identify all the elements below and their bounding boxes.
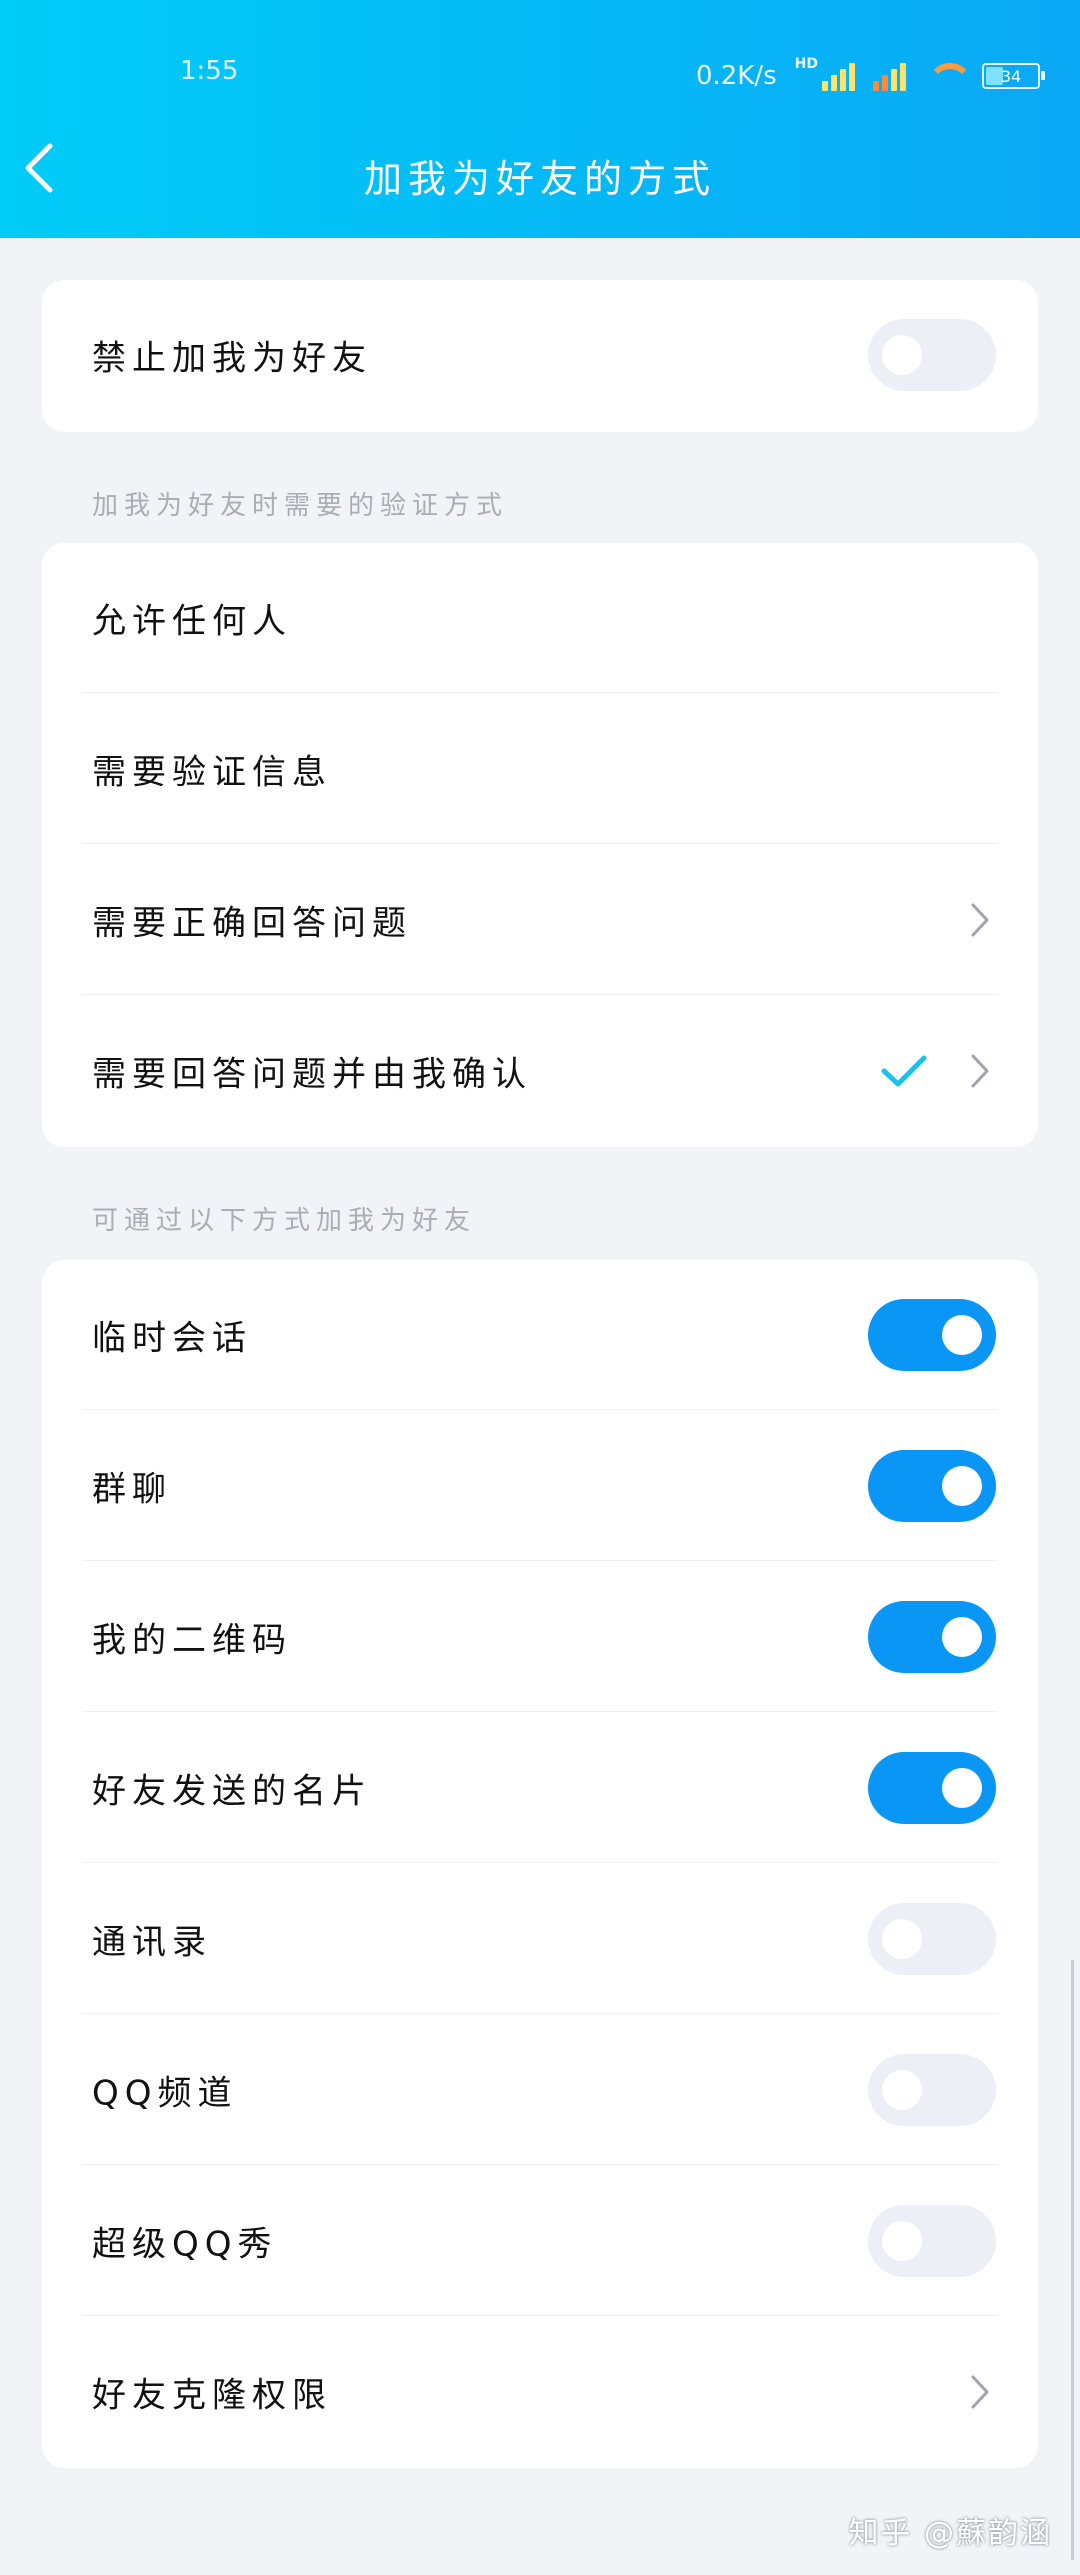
option-row-answer-question[interactable]: 需要正确回答问题 <box>42 845 1038 995</box>
channel-label: 通讯录 <box>92 1922 212 1963</box>
divider <box>82 2013 998 2014</box>
battery-level: 34 <box>1000 66 1022 86</box>
qr-code-toggle[interactable] <box>868 1601 996 1673</box>
battery-icon: 34 <box>982 63 1045 89</box>
option-label: 需要回答问题并由我确认 <box>92 1054 532 1095</box>
toggle-knob <box>942 1466 982 1506</box>
option-row-answer-and-confirm[interactable]: 需要回答问题并由我确认 <box>42 996 1038 1146</box>
channel-label: 我的二维码 <box>92 1620 292 1661</box>
status-time: 1:55 <box>180 56 239 86</box>
option-label: 允许任何人 <box>92 601 292 642</box>
group-chat-toggle[interactable] <box>868 1450 996 1522</box>
page-title: 加我为好友的方式 <box>363 157 716 201</box>
block-adding-row[interactable]: 禁止加我为好友 <box>42 280 1038 430</box>
signal-2-icon <box>873 61 906 91</box>
toggle-knob <box>942 1617 982 1657</box>
channel-label: 超级QQ秀 <box>92 2224 278 2265</box>
status-bar-right: 0.2K/s HD 34 <box>695 56 1045 96</box>
channel-row-shared-card[interactable]: 好友发送的名片 <box>42 1713 1038 1863</box>
toggle-knob <box>882 1919 922 1959</box>
verification-card: 允许任何人 需要验证信息 需要正确回答问题 需要回答问题并由我确认 <box>42 543 1038 1147</box>
channel-row-super-qq-show[interactable]: 超级QQ秀 <box>42 2166 1038 2316</box>
channel-label: 临时会话 <box>92 1318 252 1359</box>
channel-label: 好友克隆权限 <box>92 2375 332 2416</box>
channel-row-qr-code[interactable]: 我的二维码 <box>42 1562 1038 1712</box>
divider <box>82 1560 998 1561</box>
block-adding-label: 禁止加我为好友 <box>92 338 372 379</box>
chevron-right-icon <box>970 902 990 938</box>
channel-row-friend-clone[interactable]: 好友克隆权限 <box>42 2317 1038 2467</box>
contacts-toggle[interactable] <box>868 1903 996 1975</box>
signal-icon <box>822 61 855 91</box>
hd-badge: HD <box>794 56 818 72</box>
watermark: 知乎 @蘇韵涵 <box>848 2516 1052 2551</box>
chevron-right-icon <box>970 2374 990 2410</box>
channel-label: 好友发送的名片 <box>92 1771 372 1812</box>
divider <box>82 692 998 693</box>
toggle-knob <box>882 2221 922 2261</box>
channel-label: QQ频道 <box>92 2073 238 2114</box>
toggle-knob <box>882 2070 922 2110</box>
channel-label: 群聊 <box>92 1469 172 1510</box>
divider <box>82 1711 998 1712</box>
verification-section-hint: 加我为好友时需要的验证方式 <box>92 491 509 521</box>
checkmark-icon <box>880 1054 928 1088</box>
toggle-knob <box>942 1768 982 1808</box>
divider <box>82 2164 998 2165</box>
block-adding-toggle[interactable] <box>868 319 996 391</box>
temp-chat-toggle[interactable] <box>868 1299 996 1371</box>
network-speed: 0.2K/s <box>695 61 777 91</box>
wifi-icon <box>924 61 973 91</box>
super-qq-show-toggle[interactable] <box>868 2205 996 2277</box>
channel-row-temp-chat[interactable]: 临时会话 <box>42 1260 1038 1410</box>
block-card: 禁止加我为好友 <box>42 280 1038 432</box>
channel-row-qq-channel[interactable]: QQ频道 <box>42 2015 1038 2165</box>
channel-row-group-chat[interactable]: 群聊 <box>42 1411 1038 1561</box>
toggle-knob <box>942 1315 982 1355</box>
divider <box>82 1409 998 1410</box>
scrollbar[interactable] <box>1071 1960 1074 2560</box>
divider <box>82 2315 998 2316</box>
channel-row-contacts[interactable]: 通讯录 <box>42 1864 1038 2014</box>
divider <box>82 994 998 995</box>
chevron-right-icon <box>970 1053 990 1089</box>
shared-card-toggle[interactable] <box>868 1752 996 1824</box>
channels-card: 临时会话 群聊 我的二维码 好友发送的名片 通讯录 QQ频道 超级QQ秀 好友克… <box>42 1260 1038 2468</box>
option-row-allow-anyone[interactable]: 允许任何人 <box>42 543 1038 693</box>
option-label: 需要验证信息 <box>92 752 332 793</box>
qq-channel-toggle[interactable] <box>868 2054 996 2126</box>
toggle-knob <box>882 335 922 375</box>
divider <box>82 1862 998 1863</box>
divider <box>82 843 998 844</box>
option-label: 需要正确回答问题 <box>92 903 412 944</box>
option-row-need-message[interactable]: 需要验证信息 <box>42 694 1038 844</box>
channels-section-hint: 可通过以下方式加我为好友 <box>92 1206 477 1236</box>
top-header: 1:55 0.2K/s HD 34 加我为好友的方式 <box>0 0 1080 238</box>
